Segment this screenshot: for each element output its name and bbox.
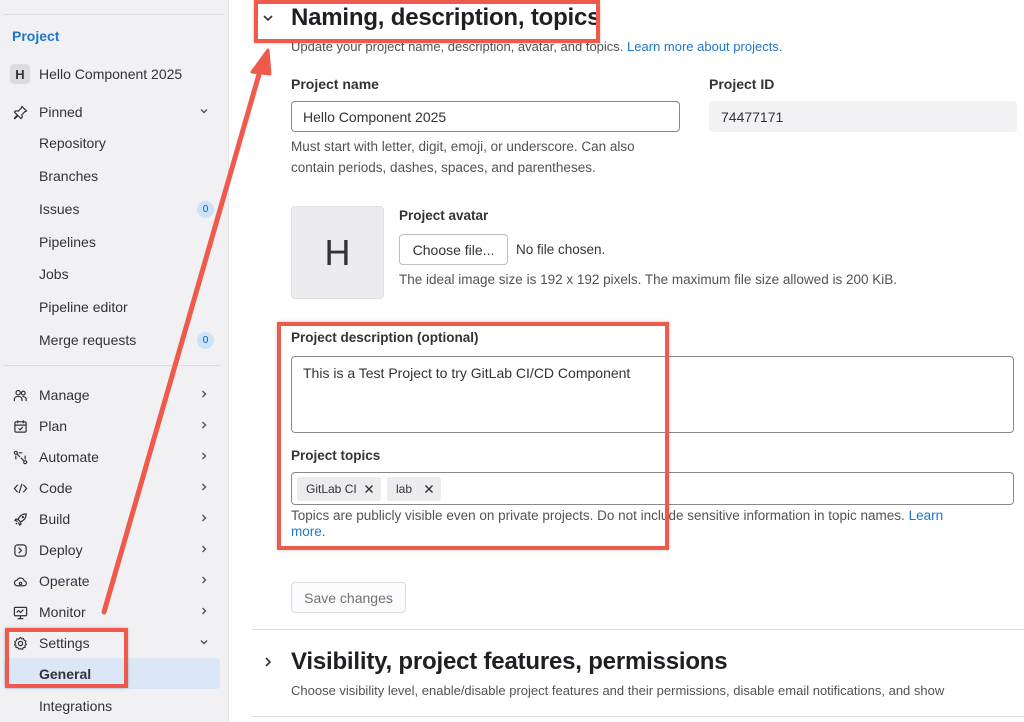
cloud-icon [12,573,28,589]
sidebar-item-label: Integrations [39,698,113,714]
count-badge: 0 [197,332,214,349]
chevron-right-icon [202,452,207,460]
project-avatar: H [10,64,30,84]
project-avatar-preview: H [291,206,384,299]
monitor-icon [12,604,28,620]
sidebar-item-operate[interactable]: Operate [4,566,220,596]
section-title-visibility: Visibility, project features, permission… [291,648,728,675]
sidebar-item-branches[interactable]: Branches [4,161,220,191]
no-file-text: No file chosen. [516,242,606,257]
sidebar-project-link[interactable]: H Hello Component 2025 [4,60,220,88]
deploy-icon [12,542,28,558]
sidebar-divider-top [4,14,224,15]
learn-more-projects-link[interactable]: Learn more about projects. [627,39,782,54]
count-badge: 0 [197,201,214,218]
chevron-down-icon [200,640,208,645]
sidebar-item-label: Plan [39,418,68,434]
chevron-right-icon [202,545,207,553]
sidebar-item-label: Pipelines [39,234,96,250]
chevron-right-icon [202,483,207,491]
sidebar-item-label: Branches [39,168,99,184]
sidebar-item-manage[interactable]: Manage [4,380,220,410]
chevron-right-icon [202,514,207,522]
annotation-box-description-topics [277,322,669,550]
learn-more-topics-link[interactable]: Learn [909,508,944,523]
sidebar-item-label: Issues [39,201,80,217]
calendar-icon [12,418,28,434]
sidebar-item-deploy[interactable]: Deploy [4,535,220,565]
code-icon [12,480,28,496]
help-text-line: Must start with letter, digit, emoji, or… [291,139,635,154]
chevron-right-icon [202,390,207,398]
chevron-right-icon[interactable] [261,655,275,669]
sidebar-item-label: Jobs [39,266,69,282]
sidebar-item-integrations[interactable]: Integrations [4,691,220,721]
project-name-input[interactable]: Hello Component 2025 [291,101,680,132]
section-divider [252,716,1024,717]
project-name-help: Must start with letter, digit, emoji, or… [291,136,635,178]
sidebar-item-repository[interactable]: Repository [4,128,220,158]
sidebar-heading: Project [12,28,60,44]
section-divider [252,629,1024,630]
rocket-icon [12,511,28,527]
sidebar-item-plan[interactable]: Plan [4,411,220,441]
sidebar-item-label: Pinned [39,104,83,120]
sidebar-item-pipeline-editor[interactable]: Pipeline editor [4,292,220,322]
project-id-value[interactable]: 74477171 [709,101,1017,132]
pin-icon [12,104,28,120]
project-id-label: Project ID [709,76,775,92]
sidebar-item-merge-requests[interactable]: Merge requests 0 [4,325,220,355]
project-name-label: Hello Component 2025 [39,66,183,82]
sidebar-item-pinned[interactable]: Pinned [4,97,220,127]
sidebar: Project H Hello Component 2025 Pinned Re… [0,0,229,722]
chevron-down-icon [200,109,208,114]
users-icon [12,387,28,403]
help-text-line: contain periods, dashes, spaces, and par… [291,160,596,175]
sidebar-item-automate[interactable]: Automate [4,442,220,472]
choose-file-button[interactable]: Choose file... [399,234,508,265]
chevron-right-icon [202,607,207,615]
annotation-box-title [254,0,600,43]
sidebar-item-pipelines[interactable]: Pipelines [4,227,220,257]
sidebar-item-code[interactable]: Code [4,473,220,503]
sidebar-item-label: Build [39,511,71,527]
sidebar-item-jobs[interactable]: Jobs [4,259,220,289]
avatar-help-text: The ideal image size is 192 x 192 pixels… [399,272,897,287]
section-description-visibility: Choose visibility level, enable/disable … [291,683,945,698]
annotation-box-general [5,628,128,688]
sidebar-item-issues[interactable]: Issues 0 [4,194,220,224]
sidebar-item-label: Deploy [39,542,83,558]
sidebar-item-label: Manage [39,387,90,403]
save-changes-button[interactable]: Save changes [291,582,406,613]
sidebar-item-label: Automate [39,449,99,465]
sidebar-item-label: Merge requests [39,332,137,348]
sidebar-item-build[interactable]: Build [4,504,220,534]
sidebar-item-label: Pipeline editor [39,299,128,315]
sidebar-item-label: Repository [39,135,106,151]
sidebar-item-monitor[interactable]: Monitor [4,597,220,627]
project-avatar-label: Project avatar [399,208,489,223]
sidebar-divider [4,365,220,366]
chevron-right-icon [202,421,207,429]
sidebar-item-label: Monitor [39,604,86,620]
project-name-label: Project name [291,76,379,92]
sidebar-item-label: Operate [39,573,90,589]
automate-icon [12,449,28,465]
sidebar-item-label: Code [39,480,73,496]
chevron-right-icon [202,576,207,584]
